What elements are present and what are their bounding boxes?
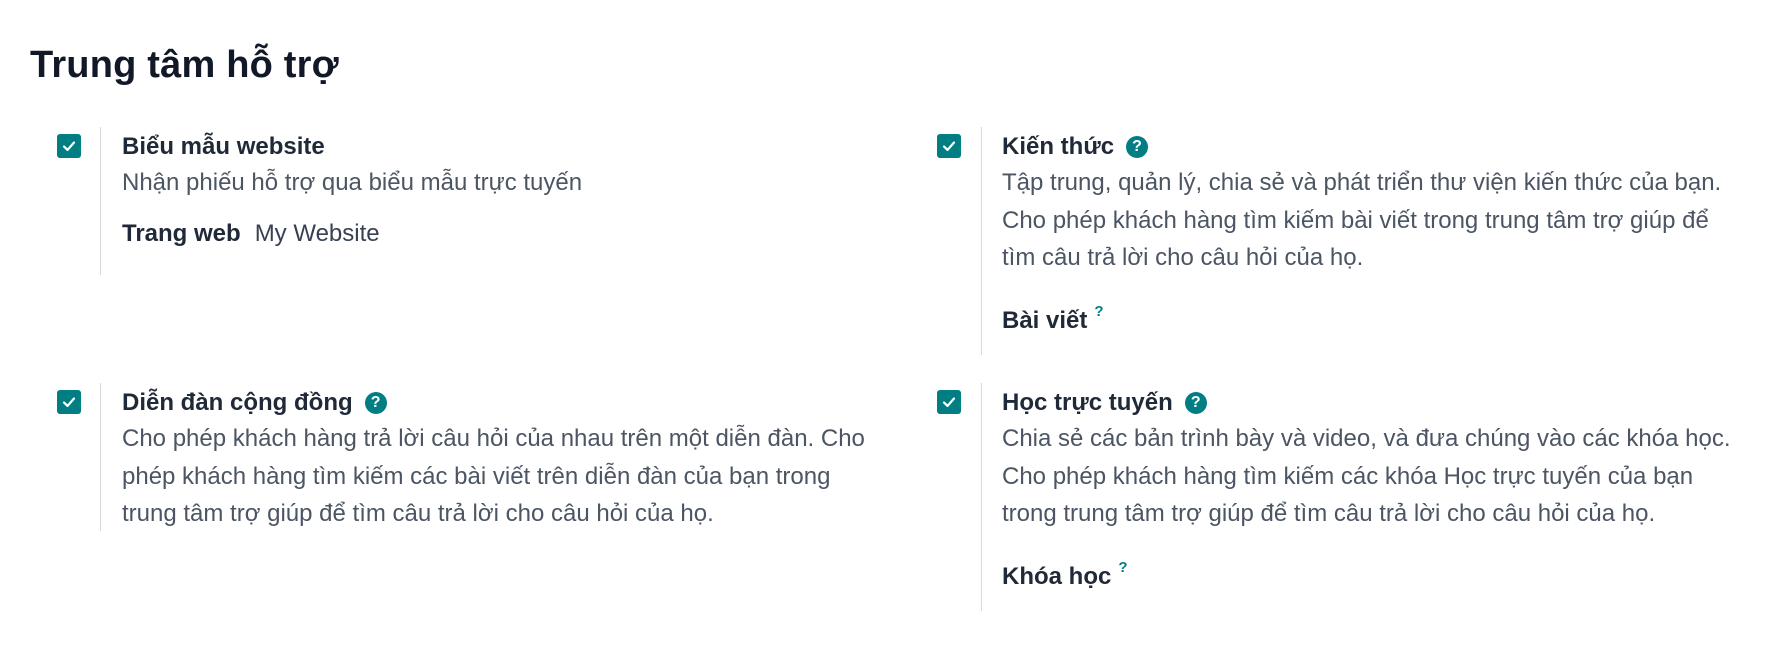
website-field-label: Trang web	[122, 219, 241, 247]
setting-knowledge: Kiến thức ? Tập trung, quản lý, chia sẻ …	[1002, 130, 1721, 335]
setting-website-form: Biểu mẫu website Nhận phiếu hỗ trợ qua b…	[122, 130, 582, 248]
question-circle-icon[interactable]: ?	[364, 392, 387, 414]
setting-description-line: Tập trung, quản lý, chia sẻ và phát triể…	[1002, 169, 1722, 196]
courses-field-label: Khóa học	[1002, 562, 1112, 590]
setting-description: Cho phép khách hàng trả lời câu hỏi của …	[122, 420, 865, 533]
setting-community-forum: Diễn đàn cộng đồng ? Cho phép khách hàng…	[122, 386, 865, 533]
setting-divider	[981, 127, 982, 355]
check-icon	[942, 397, 956, 408]
setting-description-line: trung tâm trợ giúp để tìm câu trả lời ch…	[122, 500, 714, 527]
check-icon	[62, 141, 76, 152]
setting-description-line: trong trung tâm trợ giúp để tìm câu trả …	[1002, 500, 1656, 527]
setting-divider	[100, 127, 101, 275]
setting-title: Kiến thức	[1002, 133, 1115, 160]
setting-description-line: phép khách hàng tìm kiếm các bài viết tr…	[122, 462, 831, 490]
website-form-checkbox[interactable]	[57, 134, 81, 158]
question-circle-icon[interactable]: ?	[1184, 392, 1207, 414]
setting-elearning: Học trực tuyến ? Chia sẻ các bản trình b…	[1002, 386, 1731, 591]
setting-title: Diễn đàn cộng đồng	[122, 389, 353, 416]
setting-description-line: tìm câu trả lời cho câu hỏi của họ.	[1002, 244, 1364, 271]
setting-description-line: Chia sẻ các bản trình bày và video, và đ…	[1002, 425, 1731, 452]
setting-title: Học trực tuyến	[1002, 389, 1173, 416]
check-icon	[62, 397, 76, 408]
articles-help-icon[interactable]: ?	[1094, 303, 1103, 320]
courses-help-icon[interactable]: ?	[1118, 559, 1127, 576]
setting-divider	[981, 383, 982, 611]
setting-description-line: Nhận phiếu hỗ trợ qua biểu mẫu trực tuyế…	[122, 169, 583, 196]
setting-divider	[100, 383, 101, 531]
setting-description: Tập trung, quản lý, chia sẻ và phát triể…	[1002, 164, 1721, 277]
check-icon	[942, 141, 956, 152]
setting-description-line: Cho phép khách hàng trả lời câu hỏi của …	[122, 425, 865, 452]
elearning-checkbox[interactable]	[937, 390, 961, 414]
setting-description-line: Cho phép khách hàng tìm kiếm các khóa Họ…	[1002, 462, 1694, 490]
setting-description: Chia sẻ các bản trình bày và video, và đ…	[1002, 420, 1731, 533]
community-forum-checkbox[interactable]	[57, 390, 81, 414]
website-field-value[interactable]: My Website	[255, 220, 380, 248]
setting-description-line: Cho phép khách hàng tìm kiếm bài viết tr…	[1002, 206, 1709, 234]
setting-title: Biểu mẫu website	[122, 133, 325, 160]
section-title: Trung tâm hỗ trợ	[30, 44, 339, 86]
articles-field-label: Bài viết	[1002, 306, 1088, 334]
question-circle-icon[interactable]: ?	[1126, 136, 1149, 158]
knowledge-checkbox[interactable]	[937, 134, 961, 158]
setting-description: Nhận phiếu hỗ trợ qua biểu mẫu trực tuyế…	[122, 164, 582, 202]
